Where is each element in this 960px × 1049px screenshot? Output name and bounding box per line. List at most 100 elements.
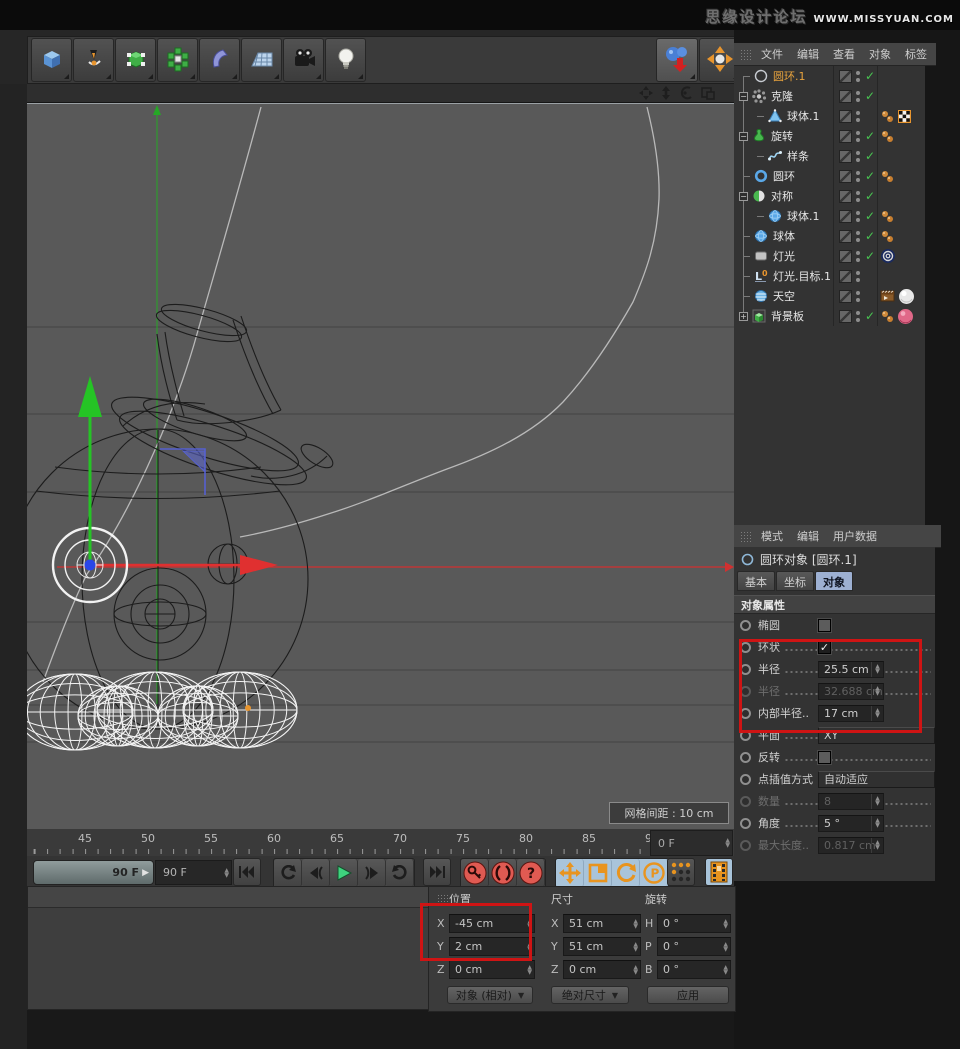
- enabled-check-icon[interactable]: ✓: [865, 249, 875, 263]
- tab-对象[interactable]: 对象: [815, 571, 853, 591]
- spinner-arrows-icon[interactable]: ▲▼: [723, 961, 728, 978]
- object-name[interactable]: 灯光.目标.1: [773, 268, 831, 284]
- spheres-down-arrow-button[interactable]: [656, 38, 698, 82]
- viewport[interactable]: 网格间距 : 10 cm: [27, 103, 734, 830]
- expand-icon[interactable]: +: [739, 312, 748, 321]
- spinner-arrows-icon[interactable]: ▲▼: [633, 915, 638, 932]
- am-menu-0[interactable]: 模式: [761, 528, 783, 544]
- coord-field-位置-Y[interactable]: 2 cm▲▼: [449, 937, 535, 956]
- object-name[interactable]: 灯光: [773, 248, 795, 264]
- enabled-check-icon[interactable]: ✓: [865, 149, 875, 163]
- dropdown[interactable]: XY: [818, 727, 935, 744]
- value-field[interactable]: 0.817 cm▲▼: [818, 837, 884, 854]
- object-row[interactable]: 样条✓: [734, 146, 925, 166]
- key-pla-button[interactable]: [667, 858, 695, 886]
- anim-toggle-icon[interactable]: [740, 818, 751, 829]
- spinner-arrows-icon[interactable]: ▲▼: [871, 662, 883, 677]
- layer-color-box[interactable]: [839, 230, 852, 243]
- spline-pen-button[interactable]: [73, 38, 114, 82]
- drag-handle-icon[interactable]: [740, 531, 751, 542]
- visibility-dots-icon[interactable]: [856, 111, 860, 122]
- anim-toggle-icon[interactable]: [740, 774, 751, 785]
- layer-color-box[interactable]: [839, 270, 852, 283]
- spinner-arrows-icon[interactable]: ▲▼: [871, 816, 883, 831]
- coord-button-旋转[interactable]: 应用: [647, 986, 729, 1004]
- value-field[interactable]: 17 cm▲▼: [818, 705, 884, 722]
- key-position-button[interactable]: [556, 859, 584, 887]
- coord-field-尺寸-X[interactable]: 51 cm▲▼: [563, 914, 641, 933]
- spinner-arrows-icon[interactable]: ▲▼: [527, 961, 532, 978]
- timeline-power-slider[interactable]: 90 F ▶: [33, 860, 154, 885]
- array-generator-button[interactable]: [157, 38, 198, 82]
- anim-toggle-icon[interactable]: [740, 708, 751, 719]
- object-name[interactable]: 对称: [771, 188, 793, 204]
- tab-坐标[interactable]: 坐标: [776, 571, 814, 591]
- coord-field-位置-Z[interactable]: 0 cm▲▼: [449, 960, 535, 979]
- object-row[interactable]: 灯光 ✓: [734, 246, 925, 266]
- object-name[interactable]: 球体: [773, 228, 795, 244]
- am-menu-2[interactable]: 用户数据: [833, 528, 877, 544]
- spinner-arrows-icon[interactable]: ▲▼: [871, 838, 883, 853]
- film-button[interactable]: [705, 858, 733, 886]
- checkbox[interactable]: [818, 619, 831, 632]
- visibility-dots-icon[interactable]: [856, 271, 860, 282]
- floor-environment-button[interactable]: [241, 38, 282, 82]
- spinner-arrows-icon[interactable]: ▲▼: [527, 915, 532, 932]
- enabled-check-icon[interactable]: ✓: [865, 129, 875, 143]
- enabled-check-icon[interactable]: ✓: [865, 69, 875, 83]
- checker-tag-icon[interactable]: [897, 109, 912, 124]
- anim-toggle-icon[interactable]: [740, 620, 751, 631]
- object-row[interactable]: 球体.1: [734, 106, 925, 126]
- viewport-nav-icons[interactable]: [638, 85, 716, 104]
- anim-toggle-icon[interactable]: [740, 752, 751, 763]
- spinner-arrows-icon[interactable]: ▲▼: [723, 938, 728, 955]
- layer-color-box[interactable]: [839, 130, 852, 143]
- timeline-ruler[interactable]: 45505560657075808590 0 F ▲▼: [27, 829, 734, 857]
- anim-toggle-icon[interactable]: [740, 796, 751, 807]
- anim-toggle-icon[interactable]: [740, 730, 751, 741]
- collapse-icon[interactable]: −: [739, 132, 748, 141]
- enabled-check-icon[interactable]: ✓: [865, 189, 875, 203]
- prev-key-button[interactable]: [274, 859, 302, 887]
- layer-color-box[interactable]: [839, 170, 852, 183]
- coord-field-旋转-P[interactable]: 0 °▲▼: [657, 937, 731, 956]
- dots-tag-icon[interactable]: [880, 169, 895, 184]
- enabled-check-icon[interactable]: ✓: [865, 309, 875, 323]
- light-button[interactable]: [325, 38, 366, 82]
- om-menu-1[interactable]: 编辑: [797, 46, 819, 62]
- enabled-check-icon[interactable]: ✓: [865, 229, 875, 243]
- goto-start-button[interactable]: [233, 858, 261, 886]
- goto-end-button[interactable]: [423, 858, 451, 886]
- visibility-dots-icon[interactable]: [856, 291, 860, 302]
- target-tag-icon[interactable]: [880, 248, 896, 264]
- layer-color-box[interactable]: [839, 150, 852, 163]
- spinner-arrows-icon[interactable]: ▲▼: [723, 915, 728, 932]
- checkbox[interactable]: ✓: [818, 641, 831, 654]
- dots-tag-icon[interactable]: [880, 229, 895, 244]
- anim-toggle-icon[interactable]: [740, 686, 751, 697]
- coord-field-位置-X[interactable]: -45 cm▲▼: [449, 914, 535, 933]
- visibility-dots-icon[interactable]: [856, 151, 860, 162]
- prev-frame-button[interactable]: [302, 859, 330, 887]
- dropdown[interactable]: 自动适应: [818, 771, 935, 788]
- next-key-button[interactable]: [386, 859, 414, 887]
- layer-color-box[interactable]: [839, 110, 852, 123]
- am-menu-1[interactable]: 编辑: [797, 528, 819, 544]
- object-name[interactable]: 球体.1: [787, 208, 820, 224]
- dots-tag-icon[interactable]: [880, 209, 895, 224]
- object-row[interactable]: −旋转✓: [734, 126, 925, 146]
- value-field[interactable]: 25.5 cm▲▼: [818, 661, 884, 678]
- spinner-arrows-icon[interactable]: ▲▼: [871, 684, 883, 699]
- layer-color-box[interactable]: [839, 190, 852, 203]
- dots-tag-icon[interactable]: [880, 309, 895, 324]
- spinner-arrows-icon[interactable]: ▲▼: [725, 831, 730, 855]
- collapse-icon[interactable]: −: [739, 92, 748, 101]
- spinner-arrows-icon[interactable]: ▲▼: [633, 961, 638, 978]
- object-row[interactable]: 圆环.1 ✓: [734, 66, 925, 86]
- key-scale-button[interactable]: [584, 859, 612, 887]
- anim-toggle-icon[interactable]: [740, 642, 751, 653]
- anim-toggle-icon[interactable]: [740, 664, 751, 675]
- object-name[interactable]: 圆环.1: [773, 68, 806, 84]
- checkbox[interactable]: [818, 751, 831, 764]
- object-row[interactable]: −对称✓: [734, 186, 925, 206]
